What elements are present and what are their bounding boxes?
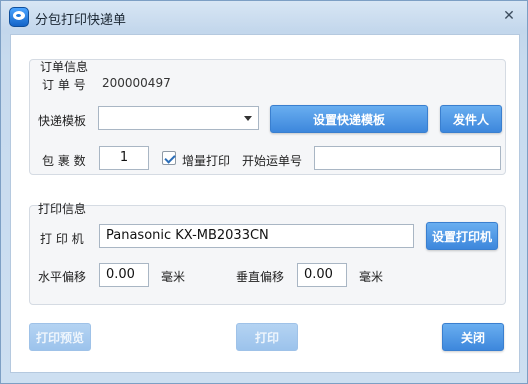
print-info-group: 打印信息 打 印 机 Panasonic KX-MB2033CN 设置打印机 水… bbox=[29, 202, 506, 305]
h-offset-value: 0.00 bbox=[106, 267, 135, 282]
template-select[interactable] bbox=[98, 106, 259, 130]
incremental-print-label: 增量打印 bbox=[182, 154, 231, 168]
h-offset-input[interactable]: 0.00 bbox=[99, 263, 149, 287]
order-no-label: 订 单 号 bbox=[42, 78, 86, 92]
printer-label: 打 印 机 bbox=[40, 232, 84, 246]
incremental-print-checkbox[interactable] bbox=[162, 151, 176, 165]
packages-input[interactable]: 1 bbox=[99, 146, 149, 170]
order-info-group: 订单信息 订 单 号 200000497 快递模板 设置快递模板 发件人 包 裹… bbox=[29, 59, 506, 175]
chevron-down-icon bbox=[244, 116, 252, 121]
printer-input[interactable]: Panasonic KX-MB2033CN bbox=[99, 224, 414, 248]
window-title: 分包打印快递单 bbox=[35, 13, 127, 28]
start-waybill-input[interactable] bbox=[314, 146, 501, 170]
close-button[interactable]: 关闭 bbox=[442, 323, 504, 351]
packages-input-value: 1 bbox=[119, 150, 129, 165]
dialog-body: 订单信息 订 单 号 200000497 快递模板 设置快递模板 发件人 包 裹… bbox=[10, 34, 520, 373]
h-offset-unit: 毫米 bbox=[161, 270, 186, 284]
set-template-button[interactable]: 设置快递模板 bbox=[270, 105, 428, 133]
v-offset-value: 0.00 bbox=[304, 267, 333, 282]
v-offset-label: 垂直偏移 bbox=[236, 270, 285, 284]
printer-input-value: Panasonic KX-MB2033CN bbox=[106, 228, 269, 243]
v-offset-unit: 毫米 bbox=[359, 270, 384, 284]
h-offset-label: 水平偏移 bbox=[38, 270, 87, 284]
order-info-title: 订单信息 bbox=[40, 60, 89, 74]
start-waybill-label: 开始运单号 bbox=[242, 154, 303, 168]
packages-label: 包 裹 数 bbox=[42, 154, 86, 168]
template-label: 快递模板 bbox=[38, 114, 87, 128]
app-icon bbox=[9, 7, 29, 27]
title-bar[interactable]: 分包打印快递单 ✕ bbox=[1, 1, 527, 33]
print-info-title: 打印信息 bbox=[38, 202, 87, 216]
order-no-value: 200000497 bbox=[102, 76, 171, 90]
v-offset-input[interactable]: 0.00 bbox=[297, 263, 347, 287]
close-icon[interactable]: ✕ bbox=[498, 6, 520, 26]
sender-button[interactable]: 发件人 bbox=[440, 105, 502, 133]
print-preview-button[interactable]: 打印预览 bbox=[29, 323, 91, 351]
set-printer-button[interactable]: 设置打印机 bbox=[426, 222, 498, 250]
dialog-window: 分包打印快递单 ✕ 订单信息 订 单 号 200000497 快递模板 设置快递… bbox=[0, 0, 528, 384]
print-button[interactable]: 打印 bbox=[236, 323, 298, 351]
